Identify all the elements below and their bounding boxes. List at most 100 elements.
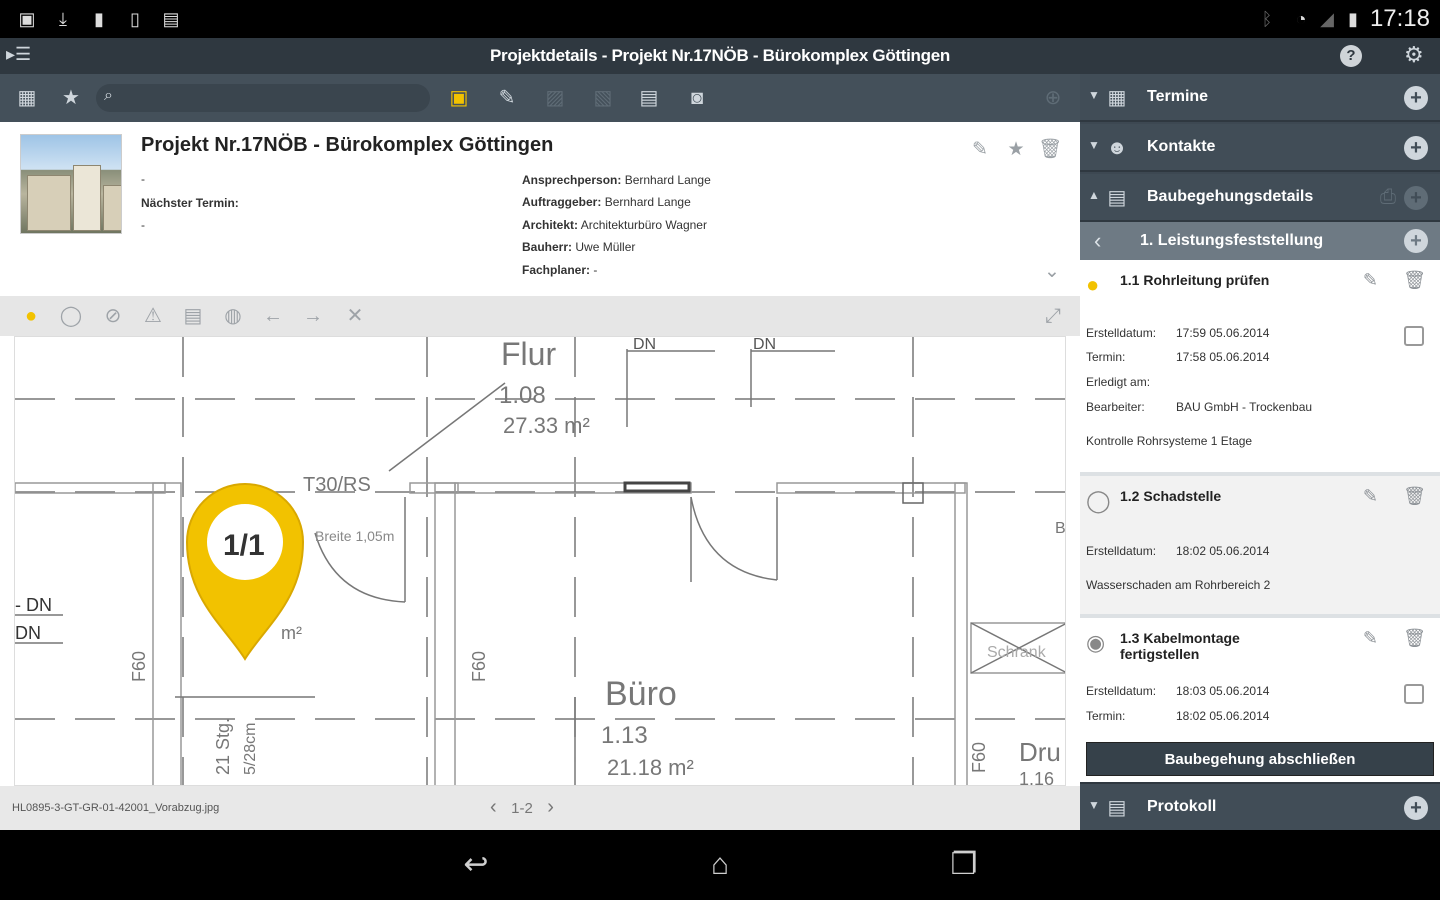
recent-apps-icon[interactable]: ❐ [934,848,994,882]
plan-width-label: Breite 1,05m [315,528,394,544]
task-delete-icon[interactable]: 🗑 [1403,628,1426,649]
pin-marker-icon[interactable]: ● [18,304,44,328]
plan-room-flur-area: 27.33 m² [503,413,590,438]
help-icon[interactable]: ? [1340,45,1362,67]
project-dot-2: - [141,218,145,232]
add-task-icon[interactable]: + [1404,229,1428,253]
project-thumbnail [20,134,122,234]
plan-filename: HL0895-3-GT-GR-01-42001_Vorabzug.jpg [12,802,220,814]
delete-trash-icon[interactable]: 🗑 [1038,138,1062,162]
main-content: ▦ ★ ⌕ ▣ ✎ ▨ ▧ ▤ ◙ ⊕ Projekt Nr.17NÖB - B… [0,74,1080,830]
search-box[interactable]: ⌕ [96,84,430,112]
pager-prev-icon[interactable]: ‹ [490,796,497,818]
section-leistungsfeststellung[interactable]: ‹ 1. Leistungsfeststellung + [1080,222,1440,260]
map-icon[interactable]: ▦ [14,85,40,111]
warning-icon[interactable]: ⚠ [140,304,166,328]
title-bar: ▸☰ Projektdetails - Projekt Nr.17NÖB - B… [0,38,1440,74]
add-walkthrough-icon: + [1404,186,1428,210]
plan-dn-3: - DN [15,595,52,615]
plan-icon[interactable]: ▣ [446,85,472,111]
task-pin-outline-icon: ◉ [1086,630,1106,655]
arrow-left-icon[interactable]: ← [260,304,286,328]
caret-down-icon: ▼ [1088,88,1100,102]
arrow-right-icon[interactable]: → [300,304,326,328]
add-protocol-icon[interactable]: + [1404,796,1428,820]
task-circle-icon: ◯ [1086,488,1111,513]
project-dot-1: - [141,172,145,186]
floorplan-icon: ▤ [1107,187,1127,209]
task-checkbox[interactable] [1404,684,1424,704]
plan-label-b: B [1055,520,1066,537]
edit-pencil-icon[interactable]: ✎ [968,138,992,162]
sidebar-protokoll[interactable]: ▼ ▤ Protokoll + [1080,782,1440,830]
back-icon[interactable]: ↩ [446,848,506,882]
favorite-star-icon[interactable]: ★ [1004,138,1028,162]
task-edit-icon[interactable]: ✎ [1363,270,1378,291]
plan-f60-a: F60 [129,651,149,682]
task-delete-icon[interactable]: 🗑 [1403,270,1426,291]
plan-f60-b: F60 [469,651,489,682]
caret-down-icon: ▼ [1088,798,1100,812]
search-icon: ⌕ [104,87,113,104]
plan-room-dru-number: 1.16 [1019,769,1054,786]
device-icon: ▯ [130,9,140,29]
caret-down-icon: ▼ [1088,138,1100,152]
plan-room-dru: Dru [1019,737,1061,767]
plan-room-flur-number: 1.08 [499,382,546,409]
settings-gear-icon[interactable]: ⚙ [1404,42,1424,68]
plan-dn-1: DN [633,337,656,353]
main-toolbar: ▦ ★ ⌕ ▣ ✎ ▨ ▧ ▤ ◙ ⊕ [0,74,1080,122]
project-title: Projekt Nr.17NÖB - Bürokomplex Göttingen [141,134,554,156]
sidebar-baubegehung[interactable]: ▲ ▤ Baubegehungsdetails ⎙ + [1080,174,1440,222]
meta-client: Auftraggeber: Bernhard Lange [522,195,691,209]
meta-architect: Architekt: Architekturbüro Wagner [522,218,707,232]
task-edit-icon[interactable]: ✎ [1363,486,1378,507]
add-circle-icon: ⊕ [1044,87,1062,109]
plan-room-flur: Flur [501,337,556,372]
task-checkbox[interactable] [1404,326,1424,346]
plan-footer: HL0895-3-GT-GR-01-42001_Vorabzug.jpg ‹ 1… [0,786,1080,830]
bluetooth-icon: ᛒ [1261,9,1273,29]
search-input[interactable] [126,88,416,108]
task-pin-icon: ● [1086,272,1100,297]
plan-stairs-dimensions: 5/28cm [242,723,259,775]
task-item[interactable]: ● 1.1 Rohrleitung prüfen ✎ 🗑 Erstelldatu… [1080,260,1440,476]
pdf-document-icon[interactable]: ▤ [636,85,662,111]
clock: 17:18 [1369,5,1430,32]
battery-icon: ▮ [1348,9,1358,29]
export-icon: ▨ [545,87,565,109]
sidebar-termine[interactable]: ▼ ▦ Termine + [1080,74,1440,122]
calendar-icon: ▦ [1107,87,1127,109]
meta-contact: Ansprechperson: Bernhard Lange [522,173,711,187]
add-contact-icon[interactable]: + [1404,136,1428,160]
fullscreen-icon[interactable]: ⤢ [1040,304,1066,328]
next-appointment-label: Nächster Termin: [141,196,239,210]
sidebar-kontakte[interactable]: ▼ ☻ Kontakte + [1080,124,1440,172]
floor-plan-view[interactable]: Flur 1.08 27.33 m² T30/RS Breite 1,05m B… [14,336,1066,786]
note-icon[interactable]: ▤ [180,304,206,328]
caret-up-icon: ▲ [1088,188,1100,202]
camera-icon[interactable]: ◙ [684,85,710,111]
task-delete-icon[interactable]: 🗑 [1403,486,1426,507]
plan-area-unit: m² [281,623,302,643]
edit-document-icon[interactable]: ✎ [494,85,520,111]
home-icon[interactable]: ⌂ [690,848,750,882]
pager-next-icon[interactable]: › [547,796,554,818]
add-appointment-icon[interactable]: + [1404,86,1428,110]
expand-chevron-down-icon[interactable]: ⌄ [1040,260,1064,284]
plan-dn-2: DN [753,337,776,353]
plan-room-buero-area: 21.18 m² [607,755,694,780]
share-icon: ▧ [593,87,613,109]
no-entry-icon[interactable]: ⊘ [100,304,126,328]
task-item[interactable]: ◯ 1.2 Schadstelle ✎ 🗑 Erstelldatum: 18:02… [1080,476,1440,618]
task-edit-icon[interactable]: ✎ [1363,628,1378,649]
close-icon[interactable]: ✕ [342,304,368,328]
plan-room-buero-number: 1.13 [601,722,648,749]
back-chevron-icon[interactable]: ‹ [1094,228,1101,254]
plan-toolbar: ● ◯ ⊘ ⚠ ▤ ◍ ← → ✕ ⤢ [0,296,1080,336]
comment-icon[interactable]: ◍ [220,304,246,328]
finish-walkthrough-button[interactable]: Baubegehung abschließen [1086,742,1434,776]
sidebar: ▼ ▦ Termine + ▼ ☻ Kontakte + ▲ ▤ Baubege… [1080,74,1440,830]
circle-draw-icon[interactable]: ◯ [58,304,84,328]
favorite-star-icon[interactable]: ★ [58,85,84,111]
